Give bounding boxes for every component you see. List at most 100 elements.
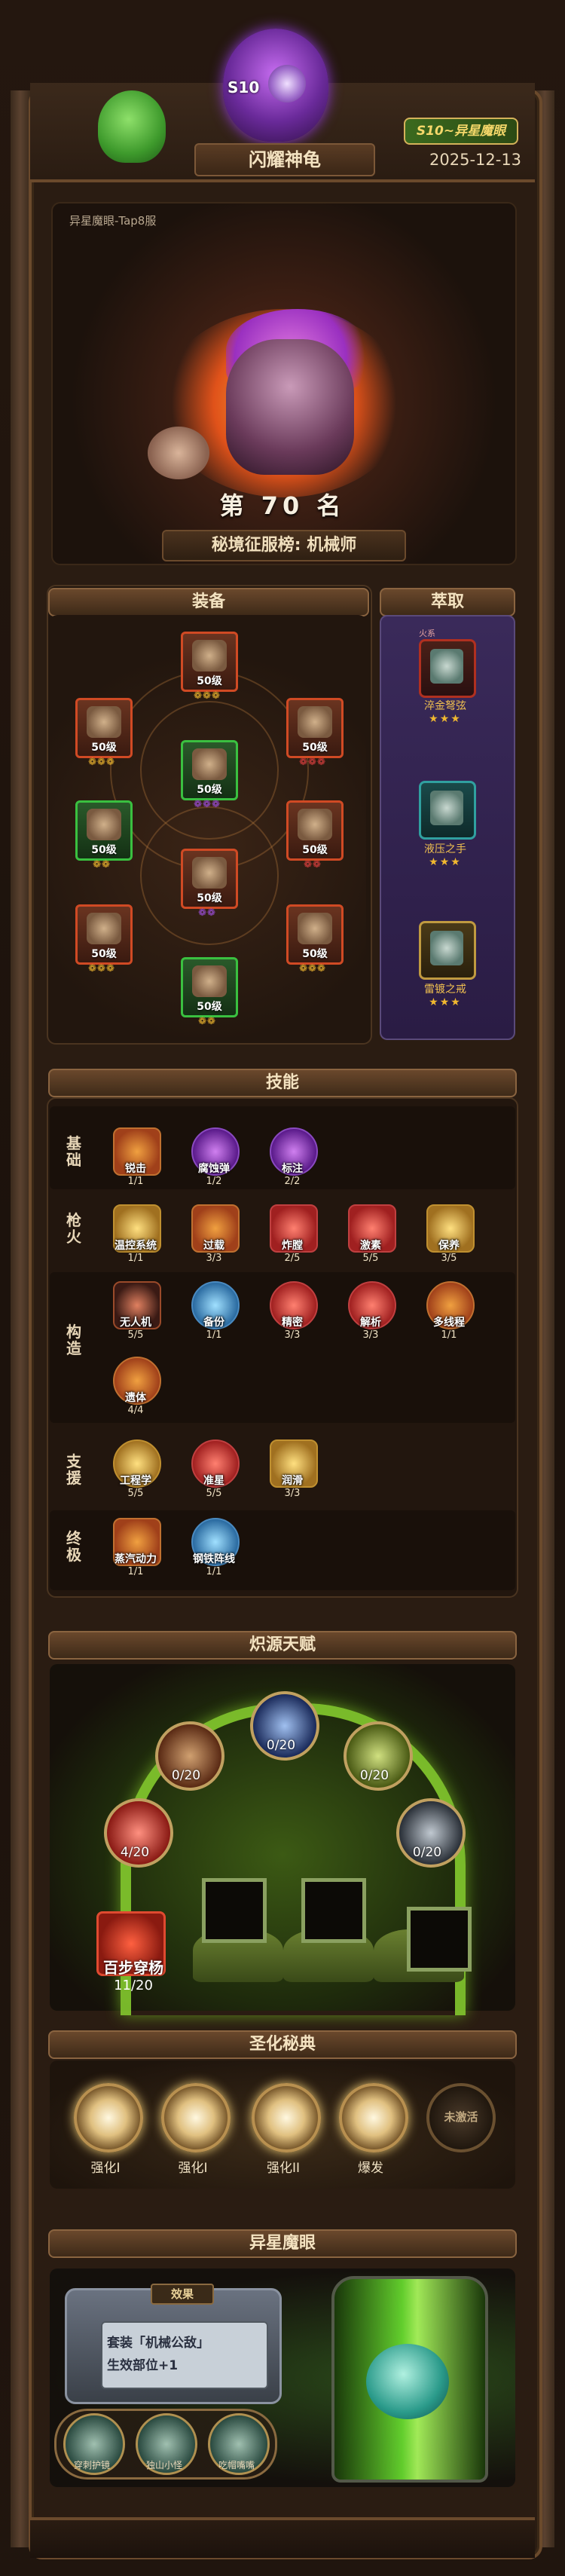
skill-item[interactable]: 蒸汽动力 1/1 (105, 1518, 163, 1592)
equipment-slot-shoulder[interactable]: 50级 (286, 698, 344, 758)
talent-empty-slot[interactable] (407, 1907, 472, 1972)
pet-name: 穿刺护镜 (73, 2460, 110, 2470)
skill-row-label: 支援 (66, 1452, 81, 1487)
skill-item[interactable]: 精密 3/3 (262, 1281, 319, 1355)
skill-item[interactable]: 解析 3/3 (341, 1281, 398, 1355)
talent-value: 0/20 (412, 1845, 442, 1860)
orb-label: 强化I (178, 2161, 208, 2176)
extract-slot[interactable] (419, 639, 476, 698)
frog-avatar (98, 90, 166, 163)
skill-item[interactable]: 钢铁阵线 1/1 (184, 1518, 241, 1592)
skill-item[interactable]: 腐蚀弹 1/2 (184, 1127, 241, 1201)
boots-icon (192, 965, 227, 997)
talent-tab: 炽源天赋 (48, 1631, 517, 1660)
sanctify-orb-inactive[interactable]: 未激活 (426, 2083, 496, 2152)
talent-value: 0/20 (359, 1768, 389, 1783)
sanctify-orb[interactable] (74, 2083, 143, 2152)
slot-level: 50级 (91, 844, 117, 856)
skill-name: 解析 (360, 1317, 381, 1329)
eye-icon (268, 65, 306, 102)
slot-level: 50级 (197, 1001, 222, 1013)
skill-name: 过载 (203, 1240, 224, 1252)
equipment-slot-armguard[interactable]: 50级 (75, 698, 133, 758)
helmet-icon (192, 640, 227, 672)
gem-row: ❁❁❁ (194, 799, 221, 810)
skill-row-label: 枪火 (66, 1211, 81, 1246)
skill-item[interactable]: 温控系统 1/1 (105, 1204, 163, 1278)
skill-name: 多线程 (433, 1317, 465, 1329)
extract-slot[interactable] (419, 921, 476, 980)
equipment-slot-chest[interactable]: 50级 (181, 740, 238, 800)
skill-item[interactable]: 标注 2/2 (262, 1127, 319, 1201)
equipment-slot-weapon[interactable]: 50级 (75, 904, 133, 965)
effect-line: 生效部位+1 (107, 2358, 179, 2373)
season-badge: S10~异星魔眼 (404, 118, 518, 145)
left-pillar (11, 90, 30, 2547)
skill-item[interactable]: 多线程 1/1 (419, 1281, 476, 1355)
orb-label: 强化II (266, 2161, 301, 2176)
ring-icon (430, 931, 463, 965)
gem-row: ❁❁❁ (88, 757, 115, 768)
sanctify-orb[interactable] (339, 2083, 408, 2152)
sanctify-tab: 圣化秘典 (48, 2030, 517, 2059)
skill-item[interactable]: 备份 1/1 (184, 1281, 241, 1355)
slot-level: 50级 (197, 784, 222, 796)
monitor-tab: 效果 (151, 2284, 214, 2305)
boss-season-label: S10 (228, 78, 260, 96)
equipment-slot-helmet[interactable]: 50级 (181, 632, 238, 692)
equipment-slot-potion[interactable]: 50级 (286, 904, 344, 965)
gem-row: ❁❁ (198, 907, 216, 919)
skill-level: 5/5 (127, 1488, 144, 1499)
extract-slot[interactable] (419, 781, 476, 840)
skill-item[interactable]: 工程学 5/5 (105, 1439, 163, 1513)
skill-item[interactable]: 激素 5/5 (341, 1204, 398, 1278)
skill-item[interactable]: 过载 3/3 (184, 1204, 241, 1278)
date-label: 2025-12-13 (429, 151, 522, 169)
skill-item[interactable]: 无人机 5/5 (105, 1281, 163, 1355)
skill-level: 3/3 (284, 1488, 301, 1499)
extract-tab: 萃取 (380, 588, 515, 616)
skill-item[interactable]: 润滑 3/3 (262, 1439, 319, 1513)
skill-level: 1/1 (127, 1176, 144, 1187)
skill-level: 2/5 (284, 1253, 301, 1264)
equipment-tab: 装备 (48, 588, 369, 616)
wing-icon (298, 809, 332, 840)
gem-row: ❁❁❁ (194, 690, 221, 702)
equipment-slot-gloves[interactable]: 50级 (75, 800, 133, 861)
skill-name: 温控系统 (115, 1240, 157, 1252)
alien-creature (366, 2344, 449, 2419)
skill-level: 4/4 (127, 1405, 144, 1416)
slot-level: 50级 (302, 844, 328, 856)
equipment-slot-wing[interactable]: 50级 (286, 800, 344, 861)
skill-item[interactable]: 锐击 1/1 (105, 1127, 163, 1201)
skill-level: 5/5 (127, 1329, 144, 1341)
extract-name: 淬金弩弦 (424, 700, 466, 712)
equipment-slot-boots[interactable]: 50级 (181, 957, 238, 1017)
skill-level: 5/5 (206, 1488, 222, 1499)
skill-name: 标注 (282, 1163, 303, 1175)
skill-name: 炸膛 (282, 1240, 303, 1252)
sanctify-orb[interactable] (252, 2083, 321, 2152)
equipment-slot-belt[interactable]: 50级 (181, 849, 238, 909)
skill-level: 3/3 (362, 1329, 379, 1341)
skill-item[interactable]: 准星 5/5 (184, 1439, 241, 1513)
hydraulic-hand-icon (430, 791, 463, 825)
gem-row: ❁❁❁ (299, 757, 326, 768)
pet-companion (148, 427, 209, 479)
skill-name: 腐蚀弹 (198, 1163, 230, 1175)
skill-item[interactable]: 遗体 4/4 (105, 1357, 163, 1430)
sanctify-orb[interactable] (161, 2083, 231, 2152)
talent-empty-slot[interactable] (202, 1878, 267, 1943)
skill-name: 无人机 (120, 1317, 151, 1329)
talent-value: 4/20 (120, 1845, 150, 1860)
rank-label: 第 70 名 (219, 491, 346, 520)
slot-level: 50级 (302, 742, 328, 754)
gem-row: ❁❁❁ (88, 963, 115, 974)
talent-empty-slot[interactable] (301, 1878, 366, 1943)
skill-item[interactable]: 炸膛 2/5 (262, 1204, 319, 1278)
chest-armor-icon (192, 748, 227, 780)
skill-item[interactable]: 保养 3/5 (419, 1204, 476, 1278)
skills-tab: 技能 (48, 1069, 517, 1097)
talent-feature-value: 11/20 (114, 1978, 153, 1993)
orb-label: 爆发 (358, 2161, 383, 2176)
